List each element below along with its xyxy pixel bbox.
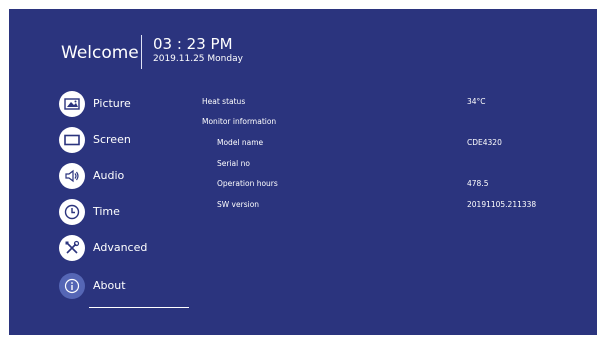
menu-label-picture: Picture — [93, 97, 131, 110]
model-name-value: CDE4320 — [467, 138, 502, 147]
monitor-info-label: Monitor information — [202, 117, 277, 126]
screen-icon — [59, 127, 85, 153]
operation-hours-label: Operation hours — [217, 179, 278, 188]
header-divider — [141, 35, 142, 69]
welcome-title: Welcome — [61, 43, 139, 63]
menu-item-about[interactable]: About — [59, 273, 199, 305]
menu-label-time: Time — [93, 205, 120, 218]
menu-item-audio[interactable]: Audio — [59, 163, 199, 195]
picture-icon — [59, 91, 85, 117]
heat-status-label: Heat status — [202, 97, 246, 106]
serial-no-label: Serial no — [217, 159, 250, 168]
menu-item-screen[interactable]: Screen — [59, 127, 199, 159]
heat-status-value: 34°C — [467, 97, 486, 106]
settings-screen: Welcome 03 : 23 PM 2019.11.25 Monday Pic… — [9, 9, 597, 335]
clock-icon — [59, 199, 85, 225]
info-icon — [59, 273, 85, 299]
operation-hours-value: 478.5 — [467, 179, 489, 188]
menu-label-about: About — [93, 279, 126, 292]
menu-label-screen: Screen — [93, 133, 131, 146]
clock-time: 03 : 23 PM — [153, 35, 233, 53]
menu-item-picture[interactable]: Picture — [59, 91, 199, 123]
menu-label-audio: Audio — [93, 169, 125, 182]
tools-icon — [59, 235, 85, 261]
menu-label-advanced: Advanced — [93, 241, 148, 254]
menu-item-advanced[interactable]: Advanced — [59, 235, 199, 267]
menu-item-time[interactable]: Time — [59, 199, 199, 231]
model-name-label: Model name — [217, 138, 264, 147]
clock-date: 2019.11.25 Monday — [153, 54, 243, 64]
selected-underline — [89, 307, 189, 308]
sw-version-label: SW version — [217, 200, 260, 209]
sw-version-value: 20191105.211338 — [467, 200, 537, 209]
speaker-icon — [59, 163, 85, 189]
